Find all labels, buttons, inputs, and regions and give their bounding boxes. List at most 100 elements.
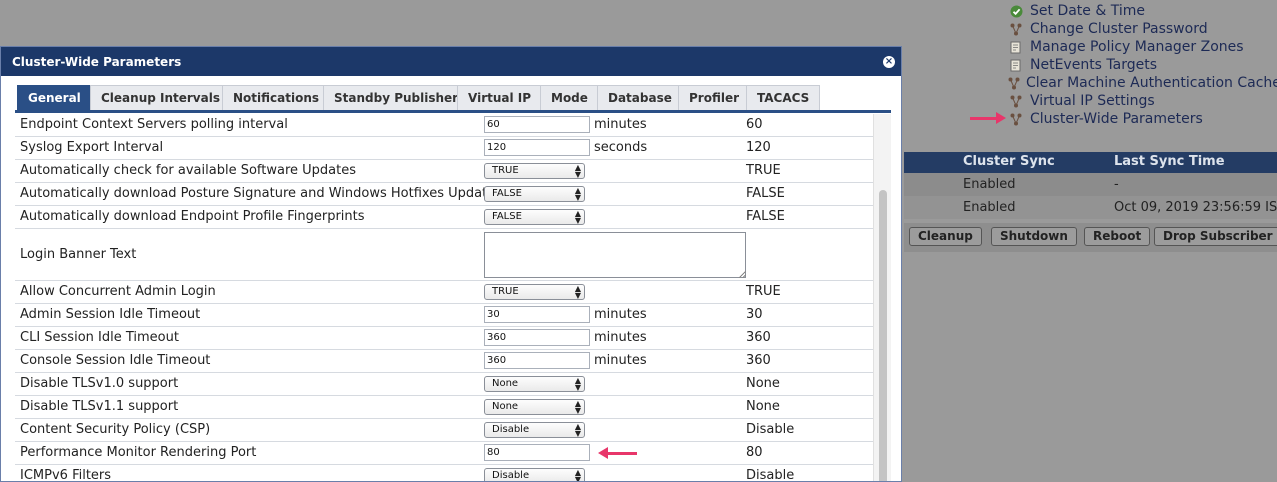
link-label: Clear Machine Authentication Cache [1026, 75, 1277, 91]
param-label: Allow Concurrent Admin Login [20, 284, 216, 299]
column-header[interactable]: Last Sync Time [1114, 154, 1225, 169]
background-links: Set Date & Time Change Cluster Password … [1008, 2, 1277, 128]
scrollbar-thumb[interactable] [879, 190, 887, 481]
cluster-nodes-table: Cluster Sync Last Sync Time Enabled - En… [904, 152, 1277, 219]
column-header[interactable]: Cluster Sync [963, 154, 1055, 169]
param-label: Syslog Export Interval [20, 140, 164, 155]
concurrent-login-select[interactable]: TRUE ▲ ▼ [484, 284, 585, 300]
vertical-scrollbar[interactable] [873, 114, 891, 481]
select-value: TRUE [492, 286, 519, 297]
link-label: Change Cluster Password [1030, 21, 1208, 37]
select-value: None [492, 401, 519, 412]
unit-label: minutes [594, 330, 647, 345]
endpoint-polling-input[interactable]: 60 [484, 116, 590, 133]
current-value: 60 [746, 117, 763, 132]
tab-virtual-ip[interactable]: Virtual IP [457, 85, 543, 110]
param-label: Content Security Policy (CSP) [20, 422, 211, 437]
tab-profiler[interactable]: Profiler [678, 85, 751, 110]
perf-monitor-port-input[interactable]: 80 [484, 444, 590, 461]
table-cell: Oct 09, 2019 23:56:59 IST [1114, 200, 1277, 215]
change-cluster-password-link[interactable]: Change Cluster Password [1008, 20, 1277, 38]
select-arrows-icon: ▲ ▼ [574, 399, 581, 415]
select-value: FALSE [492, 188, 522, 199]
select-arrows-icon: ▲ ▼ [574, 163, 581, 179]
param-row-posture-updates: Automatically download Posture Signature… [15, 183, 873, 206]
cluster-wide-parameters-dialog: Cluster-Wide Parameters × General Cleanu… [0, 46, 902, 482]
login-banner-textarea[interactable] [484, 232, 746, 278]
drop-subscriber-button[interactable]: Drop Subscriber [1154, 227, 1277, 246]
table-cell: Enabled [963, 200, 1016, 215]
csp-select[interactable]: Disable ▲ ▼ [484, 422, 585, 438]
current-value: 360 [746, 353, 771, 368]
select-value: Disable [492, 424, 530, 435]
param-label: Endpoint Context Servers polling interva… [20, 117, 288, 132]
tab-standby-publisher[interactable]: Standby Publisher [323, 85, 470, 110]
tab-database[interactable]: Database [597, 85, 683, 110]
param-row-syslog-export: Syslog Export Interval 120 seconds 120 [15, 137, 873, 160]
param-row-admin-timeout: Admin Session Idle Timeout 30 minutes 30 [15, 304, 873, 327]
select-value: Disable [492, 470, 530, 481]
param-row-icmpv6-filters: ICMPv6 Filters Disable ▲ ▼ Disable [15, 465, 873, 482]
param-row-tls11: Disable TLSv1.1 support None ▲ ▼ None [15, 396, 873, 419]
param-row-login-banner: Login Banner Text [15, 229, 873, 281]
param-label: Disable TLSv1.0 support [20, 376, 179, 391]
current-value: 360 [746, 330, 771, 345]
select-arrows-icon: ▲ ▼ [574, 468, 581, 482]
tab-notifications[interactable]: Notifications [222, 85, 331, 110]
icmpv6-filters-select[interactable]: Disable ▲ ▼ [484, 468, 585, 482]
admin-timeout-input[interactable]: 30 [484, 306, 590, 323]
software-updates-select[interactable]: TRUE ▲ ▼ [484, 163, 585, 179]
manage-policy-manager-zones-link[interactable]: Manage Policy Manager Zones [1008, 38, 1277, 56]
close-icon[interactable]: × [883, 56, 895, 68]
link-label: NetEvents Targets [1030, 57, 1158, 73]
param-label: Console Session Idle Timeout [20, 353, 211, 368]
tab-mode[interactable]: Mode [540, 85, 599, 110]
document-edit-icon [1008, 57, 1024, 73]
param-row-console-timeout: Console Session Idle Timeout 360 minutes… [15, 350, 873, 373]
table-row[interactable]: Enabled Oct 09, 2019 23:56:59 IST [904, 196, 1277, 219]
clear-machine-auth-cache-link[interactable]: Clear Machine Authentication Cache [1008, 74, 1277, 92]
tab-tacacs[interactable]: TACACS [746, 85, 821, 110]
current-value: TRUE [746, 163, 781, 178]
resize-grip-icon[interactable] [739, 271, 746, 278]
current-value: Disable [746, 422, 795, 437]
param-label: Disable TLSv1.1 support [20, 399, 179, 414]
param-label: CLI Session Idle Timeout [20, 330, 179, 345]
parameters-list: Endpoint Context Servers polling interva… [15, 114, 873, 482]
select-arrows-icon: ▲ ▼ [574, 422, 581, 438]
network-icon [1008, 75, 1020, 91]
select-value: None [492, 378, 519, 389]
param-label: Automatically check for available Softwa… [20, 163, 356, 178]
tab-general[interactable]: General [17, 85, 92, 110]
param-label: ICMPv6 Filters [20, 468, 112, 482]
shutdown-button[interactable]: Shutdown [991, 227, 1077, 246]
reboot-button[interactable]: Reboot [1084, 227, 1151, 246]
cli-timeout-input[interactable]: 360 [484, 329, 590, 346]
unit-label: minutes [594, 117, 647, 132]
link-label: Set Date & Time [1030, 3, 1145, 19]
cleanup-button[interactable]: Cleanup [909, 227, 982, 246]
param-label: Automatically download Endpoint Profile … [20, 209, 365, 224]
tab-cleanup-intervals[interactable]: Cleanup Intervals [90, 85, 231, 110]
param-label: Automatically download Posture Signature… [20, 186, 502, 201]
syslog-export-input[interactable]: 120 [484, 139, 590, 156]
table-row[interactable]: Enabled - [904, 173, 1277, 196]
param-row-concurrent-login: Allow Concurrent Admin Login TRUE ▲ ▼ TRUE [15, 281, 873, 304]
param-row-endpoint-polling: Endpoint Context Servers polling interva… [15, 114, 873, 137]
current-value: Disable [746, 468, 795, 482]
param-label: Login Banner Text [20, 247, 137, 262]
set-date-time-link[interactable]: Set Date & Time [1008, 2, 1277, 20]
current-value: None [746, 399, 780, 414]
posture-updates-select[interactable]: FALSE ▲ ▼ [484, 186, 585, 202]
virtual-ip-settings-link[interactable]: Virtual IP Settings [1008, 92, 1277, 110]
link-label: Manage Policy Manager Zones [1030, 39, 1244, 55]
profile-fingerprints-select[interactable]: FALSE ▲ ▼ [484, 209, 585, 225]
cluster-wide-parameters-link[interactable]: Cluster-Wide Parameters [1008, 110, 1277, 128]
tls11-select[interactable]: None ▲ ▼ [484, 399, 585, 415]
netevents-targets-link[interactable]: NetEvents Targets [1008, 56, 1277, 74]
console-timeout-input[interactable]: 360 [484, 352, 590, 369]
network-icon [1008, 111, 1024, 127]
current-value: None [746, 376, 780, 391]
current-value: TRUE [746, 284, 781, 299]
tls10-select[interactable]: None ▲ ▼ [484, 376, 585, 392]
